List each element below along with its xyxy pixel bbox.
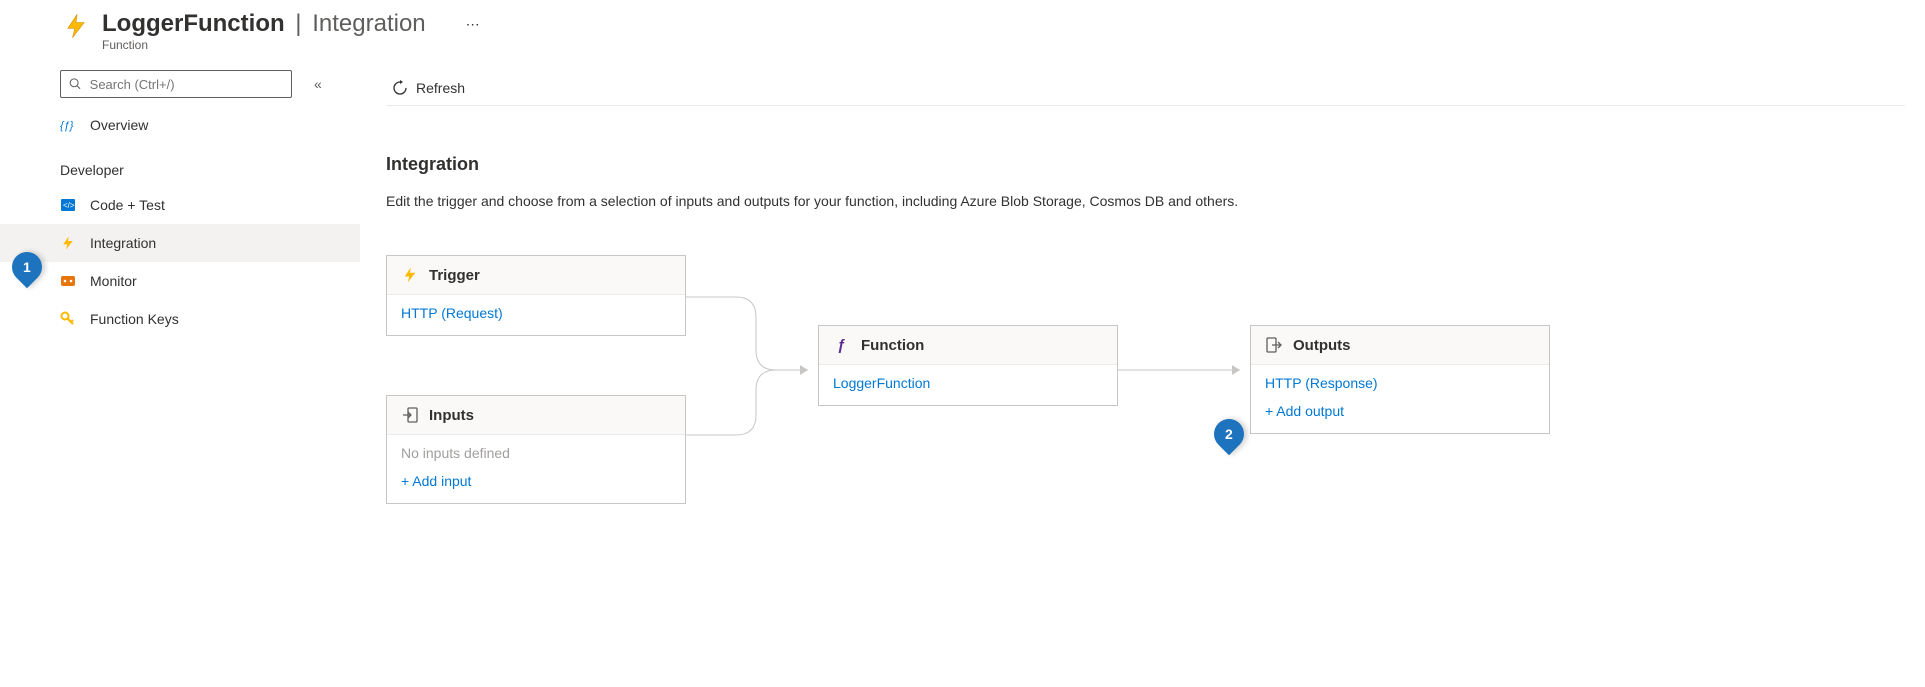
outputs-card: Outputs HTTP (Response) + Add output: [1250, 325, 1550, 434]
function-icon: ƒ: [833, 336, 851, 354]
inputs-card-header: Inputs: [387, 396, 685, 435]
svg-text:{ƒ}: {ƒ}: [60, 120, 74, 132]
toolbar: Refresh: [386, 70, 1905, 106]
function-keys-icon: [60, 311, 76, 327]
connector-inputs-to-function: [686, 255, 818, 455]
content-description: Edit the trigger and choose from a selec…: [386, 193, 1486, 209]
sidebar-item-integration[interactable]: Integration: [0, 224, 360, 262]
collapse-sidebar-icon[interactable]: «: [314, 76, 322, 92]
search-icon: [69, 77, 82, 91]
svg-text:ƒ: ƒ: [837, 337, 845, 353]
sidebar-item-label: Code + Test: [90, 197, 165, 213]
inputs-empty: No inputs defined: [401, 445, 671, 461]
integration-icon: [60, 235, 76, 251]
function-lightning-icon: [60, 10, 92, 42]
page-title: LoggerFunction | Integration: [102, 10, 426, 38]
sidebar-item-overview[interactable]: {ƒ} Overview: [60, 106, 360, 144]
function-card-header: ƒ Function: [819, 326, 1117, 365]
more-actions-icon[interactable]: ⋯: [466, 10, 480, 33]
monitor-icon: [60, 273, 76, 289]
trigger-icon: [401, 266, 419, 284]
sidebar: « {ƒ} Overview Developer </> Code + Test: [0, 70, 360, 555]
sidebar-item-code-test[interactable]: </> Code + Test: [60, 186, 360, 224]
trigger-link[interactable]: HTTP (Request): [401, 305, 671, 321]
content-heading: Integration: [386, 154, 1905, 175]
trigger-card: Trigger HTTP (Request): [386, 255, 686, 336]
page-header: LoggerFunction | Integration Function ⋯: [0, 0, 1925, 52]
sidebar-item-label: Overview: [90, 117, 148, 133]
outputs-card-header: Outputs: [1251, 326, 1549, 365]
function-link[interactable]: LoggerFunction: [833, 375, 1103, 391]
overview-icon: {ƒ}: [60, 117, 76, 133]
inputs-icon: [401, 406, 419, 424]
outputs-icon: [1265, 336, 1283, 354]
function-card: ƒ Function LoggerFunction: [818, 325, 1118, 406]
trigger-card-header: Trigger: [387, 256, 685, 295]
sidebar-item-label: Function Keys: [90, 311, 179, 327]
connector-function-to-outputs: [1118, 360, 1250, 380]
callout-two: 2: [1208, 413, 1250, 455]
integration-diagram: Trigger HTTP (Request) Inputs: [386, 255, 1905, 555]
sidebar-item-monitor[interactable]: Monitor: [60, 262, 360, 300]
refresh-button[interactable]: Refresh: [386, 76, 471, 100]
sidebar-section-developer: Developer: [60, 162, 360, 178]
code-test-icon: </>: [60, 197, 76, 213]
outputs-link[interactable]: HTTP (Response): [1265, 375, 1535, 391]
search-input[interactable]: [60, 70, 292, 98]
inputs-card: Inputs No inputs defined + Add input: [386, 395, 686, 504]
sidebar-item-label: Integration: [90, 235, 156, 251]
add-output-link[interactable]: + Add output: [1265, 403, 1535, 419]
sidebar-item-function-keys[interactable]: Function Keys: [60, 300, 360, 338]
sidebar-item-label: Monitor: [90, 273, 137, 289]
refresh-icon: [392, 80, 408, 96]
page-subtitle: Function: [102, 38, 426, 52]
add-input-link[interactable]: + Add input: [401, 473, 671, 489]
svg-text:</>: </>: [63, 201, 75, 210]
